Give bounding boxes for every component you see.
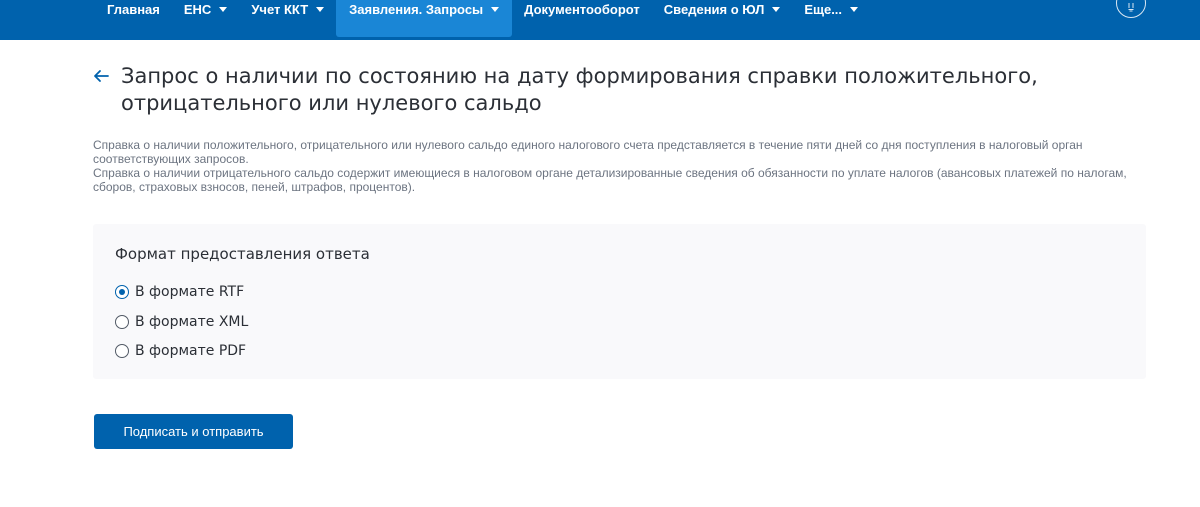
nav-item-home[interactable]: Главная bbox=[95, 0, 172, 40]
nav-item-requests[interactable]: Заявления. Запросы bbox=[336, 0, 513, 37]
caret-down-icon bbox=[772, 7, 781, 12]
nav-item-label: Заявления. Запросы bbox=[349, 2, 484, 17]
radio-dot bbox=[119, 289, 125, 295]
page-description: Справка о наличии положительного, отрица… bbox=[93, 138, 1153, 194]
arrow-left-icon[interactable] bbox=[93, 68, 109, 84]
nav-item-label: Еще... bbox=[804, 2, 843, 17]
nav-item-label: ЕНС bbox=[183, 2, 212, 17]
nav-item-label: Учет ККТ bbox=[251, 2, 309, 17]
radio-unchecked-icon bbox=[115, 344, 129, 358]
page-header: Запрос о наличии по состоянию на дату фо… bbox=[93, 63, 1081, 117]
nav-item-documents[interactable]: Документооборот bbox=[512, 0, 652, 40]
nav-item-label: Сведения о ЮЛ bbox=[663, 2, 765, 17]
caret-down-icon bbox=[316, 7, 325, 12]
radio-unchecked-icon bbox=[115, 315, 129, 329]
top-navigation: Главная ЕНС Учет ККТ Заявления. Запросы … bbox=[0, 0, 1200, 40]
radio-option-pdf[interactable]: В формате PDF bbox=[115, 343, 246, 359]
nav-item-label: Главная bbox=[107, 2, 160, 17]
description-paragraph: Справка о наличии отрицательного сальдо … bbox=[93, 166, 1127, 194]
radio-label: В формате XML bbox=[135, 314, 249, 330]
lightbulb-icon-graphic bbox=[1128, 3, 1134, 12]
nav-item-kkt[interactable]: Учет ККТ bbox=[239, 0, 336, 40]
radio-label: В формате RTF bbox=[135, 284, 245, 300]
sign-and-submit-button[interactable]: Подписать и отправить bbox=[94, 414, 293, 449]
radio-checked-icon bbox=[115, 285, 129, 299]
nav-item-ens[interactable]: ЕНС bbox=[172, 0, 239, 40]
page-title: Запрос о наличии по состоянию на дату фо… bbox=[121, 64, 1038, 115]
radio-option-xml[interactable]: В формате XML bbox=[115, 314, 248, 330]
caret-down-icon bbox=[850, 7, 859, 12]
caret-down-icon bbox=[219, 7, 228, 12]
radio-option-rtf[interactable]: В формате RTF bbox=[115, 284, 244, 300]
caret-down-icon bbox=[491, 7, 500, 12]
format-label: Формат предоставления ответа bbox=[115, 245, 370, 263]
nav-menu: Главная ЕНС Учет ККТ Заявления. Запросы … bbox=[95, 0, 870, 40]
lightbulb-icon[interactable] bbox=[1116, 0, 1146, 18]
radio-label: В формате PDF bbox=[135, 343, 247, 359]
description-paragraph: Справка о наличии положительного, отрица… bbox=[93, 138, 1083, 166]
nav-item-label: Документооборот bbox=[524, 2, 640, 17]
format-panel: Формат предоставления ответа В формате R… bbox=[93, 224, 1146, 379]
nav-item-company-info[interactable]: Сведения о ЮЛ bbox=[652, 0, 793, 40]
nav-item-more[interactable]: Еще... bbox=[792, 0, 870, 40]
